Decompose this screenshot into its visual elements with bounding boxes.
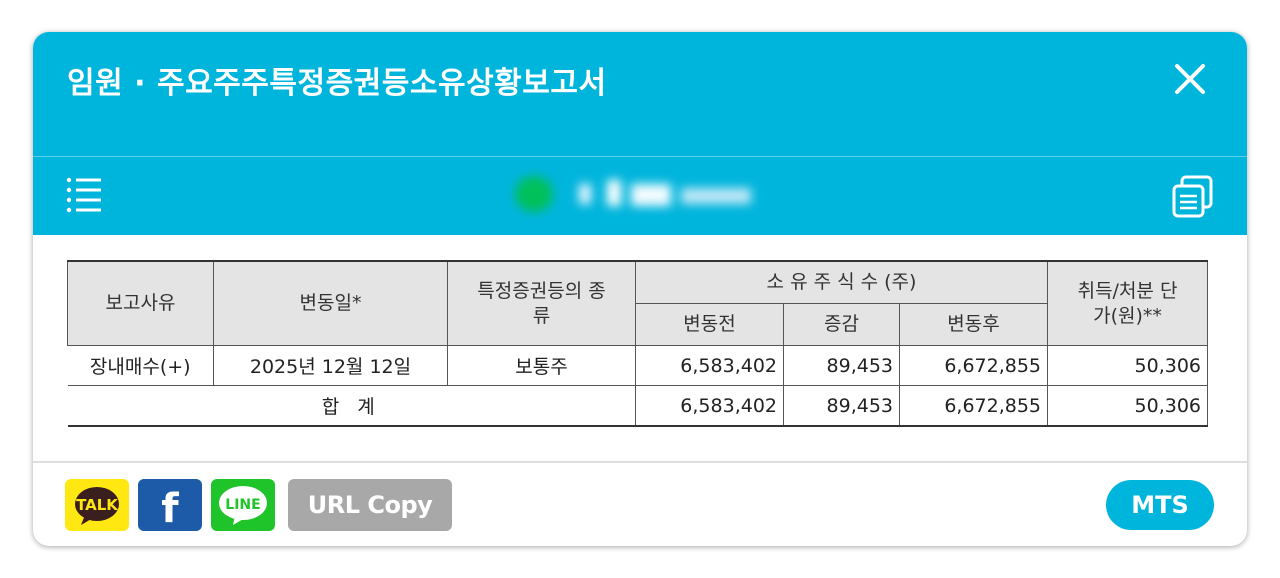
facebook-share-button[interactable]: f — [138, 479, 202, 532]
total-change: 89,453 — [783, 385, 900, 427]
cell-change: 89,453 — [783, 345, 900, 386]
company-logo — [509, 172, 769, 216]
header-bar: 임원 · 주요주주특정증권등소유상황보고서 — [33, 32, 1247, 235]
kakaotalk-icon: TALK — [75, 487, 119, 525]
table-row: 장내매수(+) 2025년 12월 12일 보통주 6,583,402 89,4… — [67, 345, 1209, 386]
footer-divider — [33, 461, 1247, 463]
kakao-label: TALK — [76, 496, 119, 514]
close-icon[interactable] — [1173, 62, 1207, 96]
copy-icon[interactable] — [1169, 174, 1215, 220]
mts-button[interactable]: MTS — [1106, 480, 1214, 530]
cell-type: 보통주 — [447, 345, 636, 386]
report-card: 임원 · 주요주주특정증권등소유상황보고서 보고사유 변동일* 특정증권등의 종… — [33, 32, 1247, 546]
total-after: 6,672,855 — [898, 385, 1049, 427]
cell-reason: 장내매수(+) — [67, 345, 214, 386]
kakaotalk-share-button[interactable]: TALK — [65, 479, 129, 531]
header-change: 증감 — [783, 303, 900, 346]
header-shares-owned: 소 유 주 식 수 (주) — [634, 260, 1049, 304]
total-price: 50,306 — [1047, 385, 1209, 427]
facebook-label: f — [161, 486, 179, 531]
line-label: LINE — [225, 497, 260, 513]
line-share-button[interactable]: LINE — [211, 479, 275, 531]
facebook-icon: f — [161, 486, 179, 532]
header-change-date: 변동일* — [213, 260, 448, 346]
header-unit-price: 취득/처분 단가(원)** — [1047, 260, 1209, 346]
page-title: 임원 · 주요주주특정증권등소유상황보고서 — [67, 66, 607, 101]
cell-date: 2025년 12월 12일 — [213, 345, 448, 386]
total-label: 합 계 — [67, 385, 636, 427]
report-table: 보고사유 변동일* 특정증권등의 종류 소 유 주 식 수 (주) 취득/처분 … — [67, 260, 1209, 427]
url-copy-button[interactable]: URL Copy — [288, 479, 452, 531]
report-table-wrap: 보고사유 변동일* 특정증권등의 종류 소 유 주 식 수 (주) 취득/처분 … — [67, 260, 1209, 427]
cell-price: 50,306 — [1047, 345, 1209, 386]
header-before: 변동전 — [635, 303, 784, 346]
header-after: 변동후 — [898, 303, 1049, 346]
line-icon: LINE — [219, 486, 267, 525]
cell-before: 6,583,402 — [635, 345, 784, 386]
header-reason: 보고사유 — [67, 260, 214, 346]
cell-after: 6,672,855 — [898, 345, 1049, 386]
list-icon[interactable] — [65, 174, 105, 214]
header-security-type: 특정증권등의 종류 — [447, 260, 636, 346]
total-row: 합 계 6,583,402 89,453 6,672,855 50,306 — [67, 385, 1209, 427]
total-before: 6,583,402 — [635, 385, 784, 427]
header-divider — [33, 156, 1247, 157]
